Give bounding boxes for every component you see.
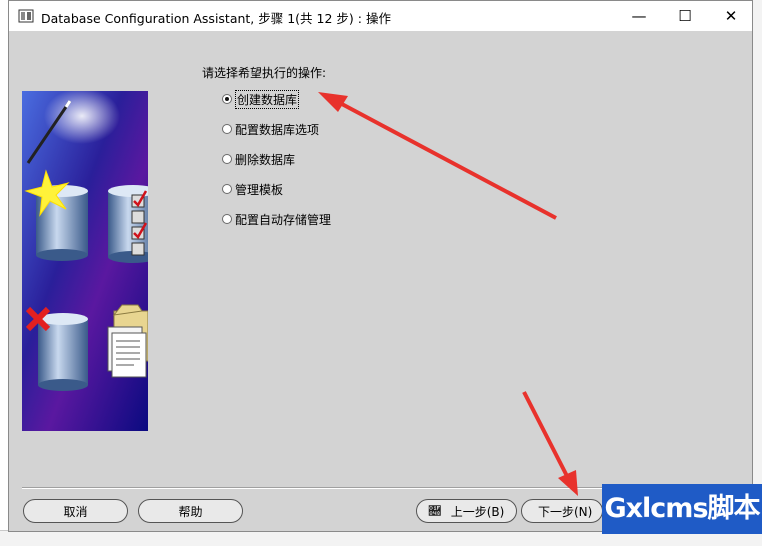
- option-label: 删除数据库: [235, 152, 296, 167]
- option-create-database[interactable]: 创建数据库: [222, 89, 300, 109]
- dbca-dialog: Database Configuration Assistant, 步骤 1(共…: [8, 0, 753, 532]
- title-bar: Database Configuration Assistant, 步骤 1(共…: [9, 1, 752, 31]
- radio[interactable]: [222, 154, 232, 164]
- option-manage-templates[interactable]: 管理模板: [222, 180, 283, 198]
- window-title: Database Configuration Assistant, 步骤 1(共…: [41, 11, 391, 26]
- radio-selected[interactable]: [222, 94, 232, 104]
- watermark: Gxlcms脚本: [602, 484, 762, 534]
- close-button[interactable]: ✕: [709, 1, 753, 31]
- option-delete-database[interactable]: 删除数据库: [222, 150, 295, 168]
- option-label: 配置数据库选项: [235, 122, 320, 137]
- minimize-button[interactable]: —: [617, 1, 661, 31]
- wizard-illustration: [22, 88, 158, 431]
- cancel-button[interactable]: 取消: [23, 499, 128, 523]
- next-button-label: 下一步(N): [538, 504, 593, 519]
- back-arrow-icon: 🡈: [428, 504, 441, 518]
- back-button-label: 上一步(B): [450, 504, 505, 519]
- radio[interactable]: [222, 214, 232, 224]
- help-button[interactable]: 帮助: [138, 499, 243, 523]
- option-configure-asm[interactable]: 配置自动存储管理: [222, 210, 331, 228]
- maximize-button[interactable]: ☐: [663, 1, 707, 31]
- database-app-icon: [18, 8, 34, 24]
- option-configure-database[interactable]: 配置数据库选项: [222, 120, 319, 138]
- option-label: 管理模板: [235, 182, 284, 197]
- option-label: 创建数据库: [235, 89, 300, 109]
- radio[interactable]: [222, 124, 232, 134]
- operation-prompt: 请选择希望执行的操作:: [202, 66, 327, 80]
- back-button[interactable]: 🡈 上一步(B): [416, 499, 517, 523]
- radio[interactable]: [222, 184, 232, 194]
- background-window-edge: [752, 0, 762, 545]
- option-label: 配置自动存储管理: [235, 212, 332, 227]
- next-button[interactable]: 下一步(N): [521, 499, 603, 523]
